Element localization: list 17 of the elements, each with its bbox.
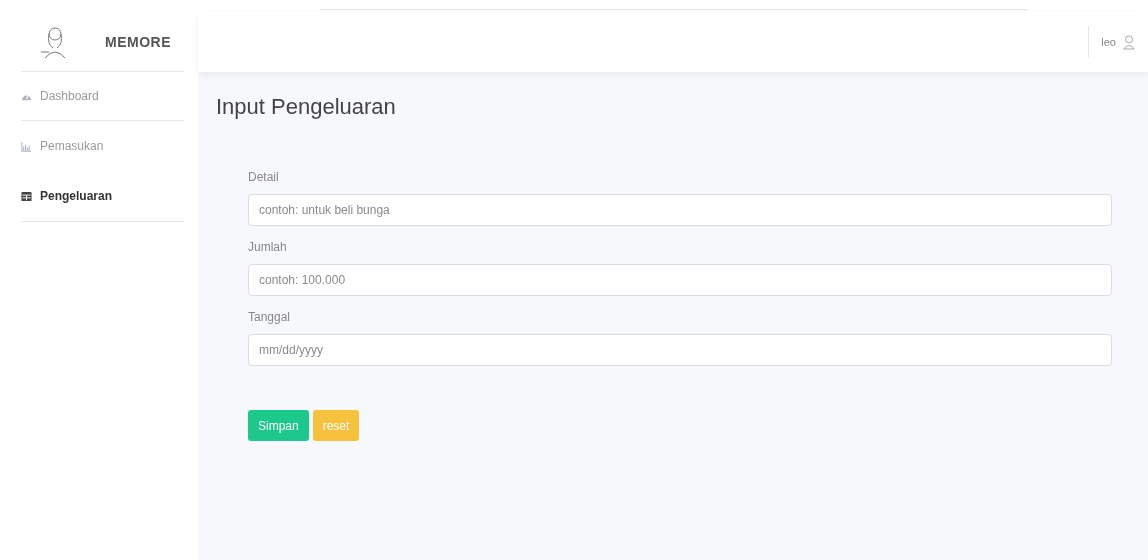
input-field[interactable]: contoh: 100.000 (248, 264, 1112, 296)
brand-name: MEMORE (105, 33, 171, 50)
chart-icon (21, 140, 32, 152)
field-label: Tanggal (248, 310, 292, 324)
sidebar-item[interactable]: Pengeluaran (21, 171, 184, 221)
save-button[interactable]: Simpan (248, 410, 309, 441)
field-label: Jumlah (248, 240, 288, 254)
input-field[interactable]: contoh: untuk beli bunga (248, 194, 1112, 226)
page-title: Input Pengeluaran (216, 94, 397, 120)
user-name[interactable]: leo (1101, 36, 1116, 48)
input-field[interactable]: mm/dd/yyyy (248, 334, 1112, 366)
reset-button[interactable]: reset (312, 410, 360, 441)
sidebar-item[interactable]: Pemasukan (21, 121, 184, 171)
sidebar-item[interactable]: Dashboard (21, 72, 184, 120)
field-label: Detail (248, 170, 280, 184)
table-icon (21, 190, 32, 202)
user-avatar-icon[interactable] (1122, 34, 1136, 50)
